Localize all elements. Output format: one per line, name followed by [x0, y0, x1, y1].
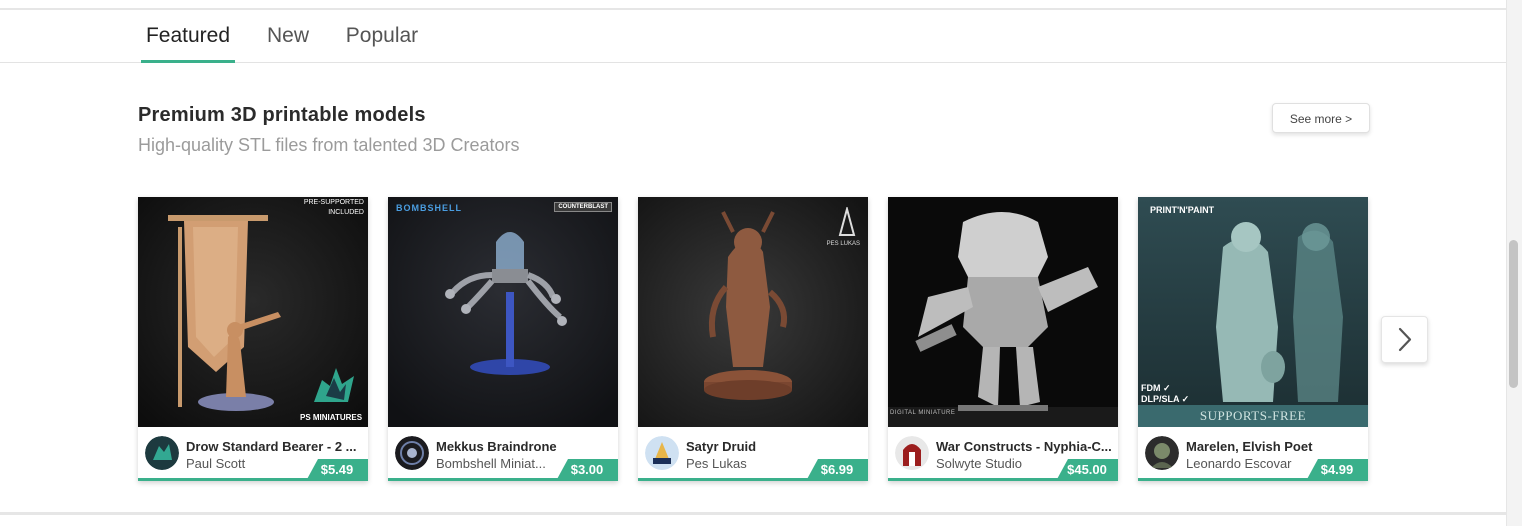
- section-title: Premium 3D printable models: [138, 104, 426, 126]
- model-thumbnail[interactable]: DIGITAL MINIATURE: [888, 197, 1118, 427]
- card-info: War Constructs - Nyphia-C... Solwyte Stu…: [888, 427, 1118, 481]
- tab-new-label: New: [266, 24, 309, 47]
- model-card-war-constructs[interactable]: DIGITAL MINIATURE War Constructs - Nyphi…: [888, 197, 1118, 481]
- card-accent-bar: [388, 478, 618, 481]
- carousel-next-button[interactable]: [1381, 316, 1428, 363]
- creator-name[interactable]: Leonardo Escovar: [1186, 456, 1306, 471]
- card-accent-bar: [638, 478, 868, 481]
- tab-bar: Featured New Popular: [0, 10, 1506, 63]
- creator-name[interactable]: Solwyte Studio: [936, 456, 1056, 471]
- printnpaint-logo-text: PRINT'N'PAINT: [1150, 205, 1215, 215]
- ps-miniatures-dragon-logo: [314, 368, 354, 402]
- dlp-sla-support-label: DLP/SLA ✓: [1141, 394, 1190, 404]
- active-tab-indicator: [141, 60, 235, 63]
- model-title[interactable]: Marelen, Elvish Poet: [1186, 439, 1364, 454]
- model-title[interactable]: Satyr Druid: [686, 439, 864, 454]
- model-card-satyr-druid[interactable]: PES LUKAS Satyr Druid Pes Lukas $6.99: [638, 197, 868, 481]
- tab-popular[interactable]: Popular: [340, 10, 424, 62]
- tab-new[interactable]: New: [260, 10, 316, 62]
- model-thumbnail[interactable]: PRINT'N'PAINT FDM ✓ DLP/SLA ✓ SUPPORTS-F…: [1138, 197, 1368, 427]
- tab-popular-label: Popular: [345, 24, 419, 47]
- see-more-button[interactable]: See more >: [1272, 103, 1370, 133]
- card-accent-bar: [888, 478, 1118, 481]
- scrollbar-thumb[interactable]: [1509, 240, 1518, 388]
- chevron-right-icon: [1398, 327, 1412, 352]
- model-title[interactable]: Drow Standard Bearer - 2 ...: [186, 439, 364, 454]
- creator-avatar[interactable]: [895, 436, 929, 470]
- page: Featured New Popular Premium 3D printabl…: [0, 0, 1522, 526]
- model-title[interactable]: Mekkus Braindrone: [436, 439, 614, 454]
- model-card-drow-standard-bearer[interactable]: PRE-SUPPORTED INCLUDED PS MINIATURES Dro…: [138, 197, 368, 481]
- creator-name[interactable]: Pes Lukas: [686, 456, 806, 471]
- section-subtitle: High-quality STL files from talented 3D …: [138, 135, 520, 155]
- card-info: Satyr Druid Pes Lukas $6.99: [638, 427, 868, 481]
- creator-avatar[interactable]: [645, 436, 679, 470]
- pre-supported-label: PRE-SUPPORTED: [303, 199, 364, 206]
- fdm-support-label: FDM ✓: [1141, 383, 1171, 393]
- creator-name[interactable]: Paul Scott: [186, 456, 306, 471]
- supports-free-label: SUPPORTS-FREE: [1199, 408, 1307, 423]
- card-accent-bar: [138, 478, 368, 481]
- pes-lukas-logo-icon: [838, 207, 856, 236]
- ps-miniatures-label: PS MINIATURES: [300, 413, 363, 422]
- model-thumbnail[interactable]: PRE-SUPPORTED INCLUDED PS MINIATURES: [138, 197, 368, 427]
- tab-featured-label: Featured: [145, 24, 231, 47]
- bombshell-logo-text: BOMBSHELL: [396, 203, 462, 213]
- creator-name[interactable]: Bombshell Miniat...: [436, 456, 556, 471]
- tab-featured[interactable]: Featured: [141, 10, 235, 63]
- model-title[interactable]: War Constructs - Nyphia-C...: [936, 439, 1114, 454]
- digital-miniature-label: DIGITAL MINIATURE: [890, 410, 956, 416]
- model-thumbnail[interactable]: PES LUKAS: [638, 197, 868, 427]
- creator-avatar[interactable]: [1145, 436, 1179, 470]
- model-card-mekkus-braindrone[interactable]: BOMBSHELL COUNTERBLAST Mekkus Braindrone…: [388, 197, 618, 481]
- model-thumbnail[interactable]: BOMBSHELL COUNTERBLAST: [388, 197, 618, 427]
- creator-avatar[interactable]: [145, 436, 179, 470]
- counterblast-logo-text: COUNTERBLAST: [554, 202, 612, 212]
- creator-avatar[interactable]: [395, 436, 429, 470]
- pes-lukas-logo-text: PES LUKAS: [826, 241, 860, 247]
- bottom-divider: [0, 512, 1506, 515]
- model-card-marelen-elvish-poet[interactable]: PRINT'N'PAINT FDM ✓ DLP/SLA ✓ SUPPORTS-F…: [1138, 197, 1368, 481]
- card-info: Marelen, Elvish Poet Leonardo Escovar $4…: [1138, 427, 1368, 481]
- card-info: Mekkus Braindrone Bombshell Miniat... $3…: [388, 427, 618, 481]
- card-accent-bar: [1138, 478, 1368, 481]
- included-label: INCLUDED: [328, 209, 364, 216]
- card-info: Drow Standard Bearer - 2 ... Paul Scott …: [138, 427, 368, 481]
